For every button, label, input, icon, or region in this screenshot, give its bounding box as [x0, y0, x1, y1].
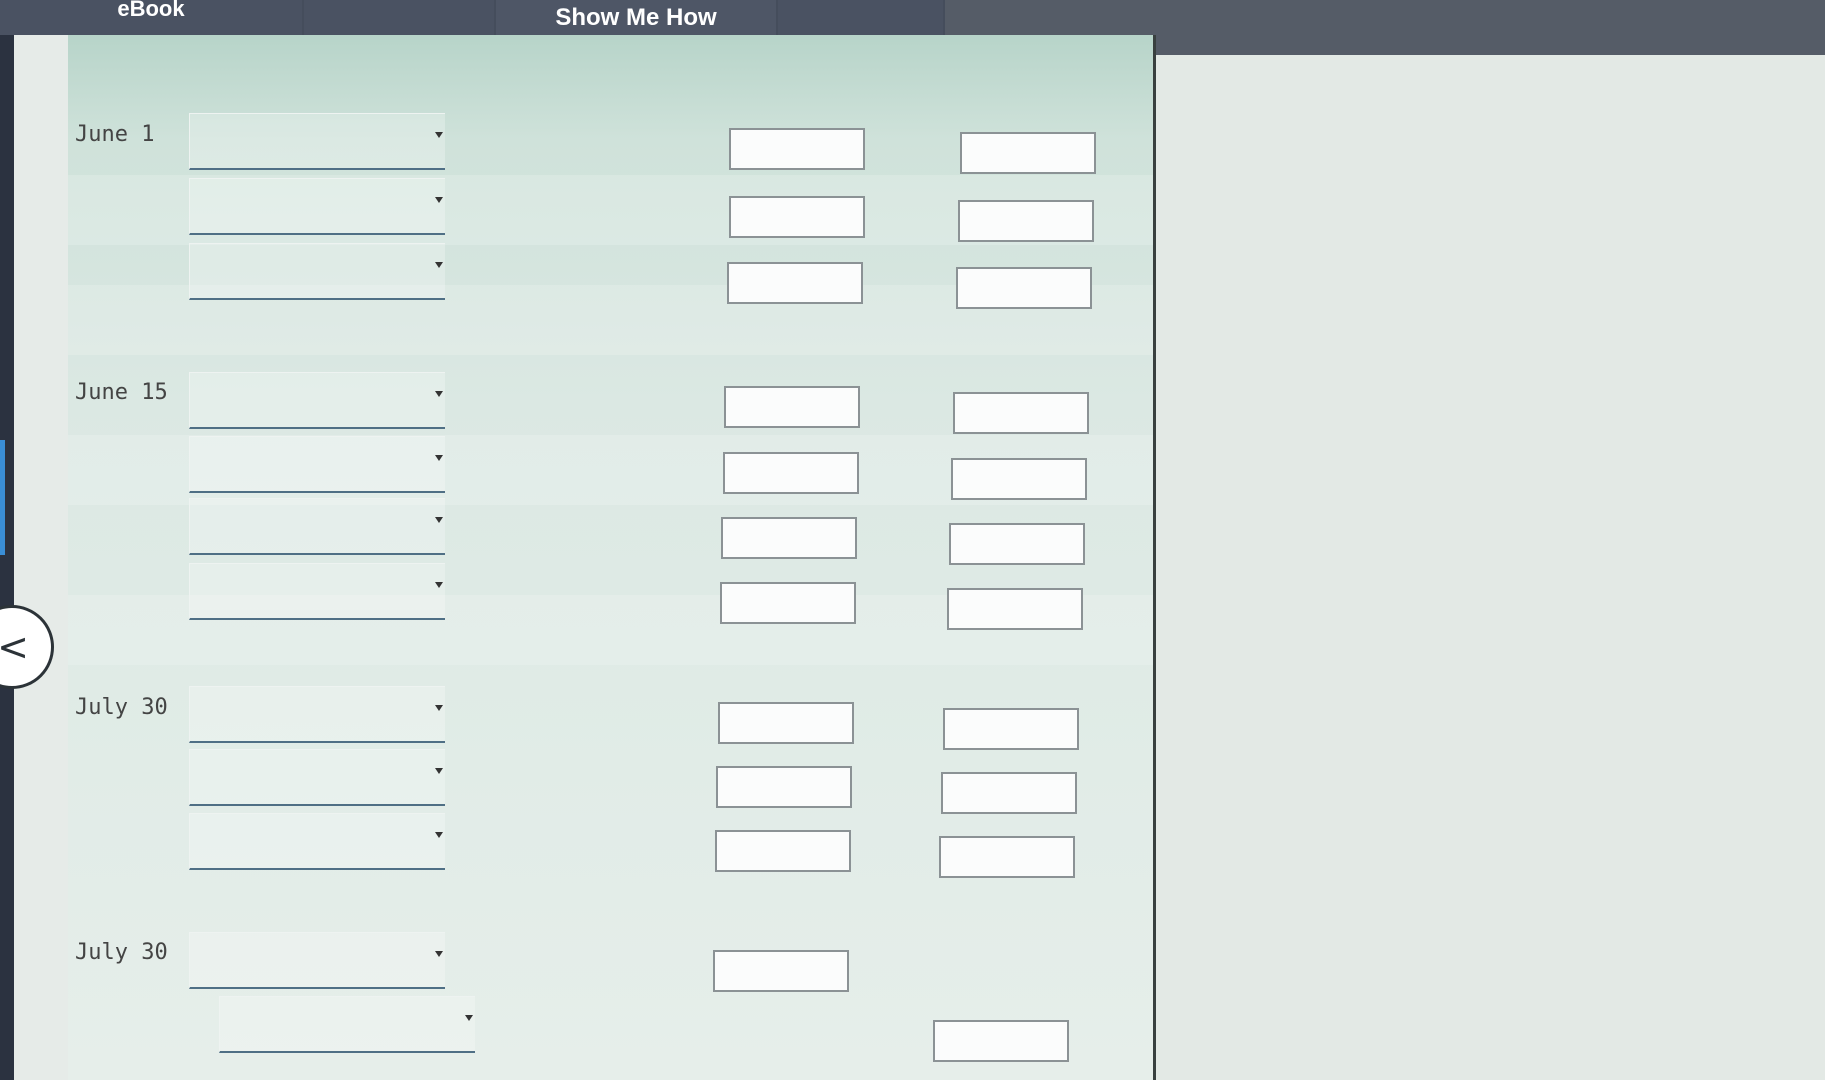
account-select[interactable] [189, 243, 445, 300]
debit-input[interactable] [729, 128, 865, 170]
frame-accent [0, 440, 5, 555]
credit-input[interactable] [947, 588, 1083, 630]
account-select[interactable] [189, 813, 445, 870]
entry-date: June 1 [75, 122, 155, 147]
debit-input[interactable] [723, 452, 859, 494]
credit-input[interactable] [951, 458, 1087, 500]
caret-down-icon [435, 951, 443, 957]
chevron-left-icon: < [0, 625, 29, 669]
debit-input[interactable] [720, 582, 856, 624]
debit-input[interactable] [718, 702, 854, 744]
panel-margin [14, 35, 70, 1080]
account-select[interactable] [189, 686, 445, 743]
blank-area [1156, 55, 1825, 1080]
credit-input[interactable] [958, 200, 1094, 242]
entry-date: July 30 [75, 940, 168, 965]
entry-date: June 15 [75, 380, 168, 405]
caret-down-icon [435, 768, 443, 774]
debit-input[interactable] [713, 950, 849, 992]
caret-down-icon [435, 517, 443, 523]
caret-down-icon [435, 391, 443, 397]
credit-input[interactable] [960, 132, 1096, 174]
debit-input[interactable] [716, 766, 852, 808]
caret-down-icon [435, 582, 443, 588]
debit-input[interactable] [727, 262, 863, 304]
account-select[interactable] [189, 436, 445, 493]
tab-show-me-how-label: Show Me How [555, 4, 717, 31]
debit-input[interactable] [721, 517, 857, 559]
account-select[interactable] [189, 372, 445, 429]
caret-down-icon [465, 1015, 473, 1021]
caret-down-icon [435, 705, 443, 711]
debit-input[interactable] [724, 386, 860, 428]
entry-date: July 30 [75, 695, 168, 720]
credit-input[interactable] [956, 267, 1092, 309]
account-select[interactable] [189, 932, 445, 989]
account-select[interactable] [189, 563, 445, 620]
credit-input[interactable] [933, 1020, 1069, 1062]
credit-input[interactable] [943, 708, 1079, 750]
debit-input[interactable] [729, 196, 865, 238]
caret-down-icon [435, 832, 443, 838]
account-select[interactable] [189, 498, 445, 555]
credit-input[interactable] [949, 523, 1085, 565]
caret-down-icon [435, 197, 443, 203]
credit-input[interactable] [939, 836, 1075, 878]
tab-ebook-label: eBook [117, 0, 185, 21]
caret-down-icon [435, 455, 443, 461]
account-select[interactable] [189, 178, 445, 235]
debit-input[interactable] [715, 830, 851, 872]
credit-input[interactable] [941, 772, 1077, 814]
account-select[interactable] [219, 996, 475, 1053]
account-select[interactable] [189, 749, 445, 806]
caret-down-icon [435, 262, 443, 268]
credit-input[interactable] [953, 392, 1089, 434]
caret-down-icon [435, 132, 443, 138]
account-select[interactable] [189, 113, 445, 170]
